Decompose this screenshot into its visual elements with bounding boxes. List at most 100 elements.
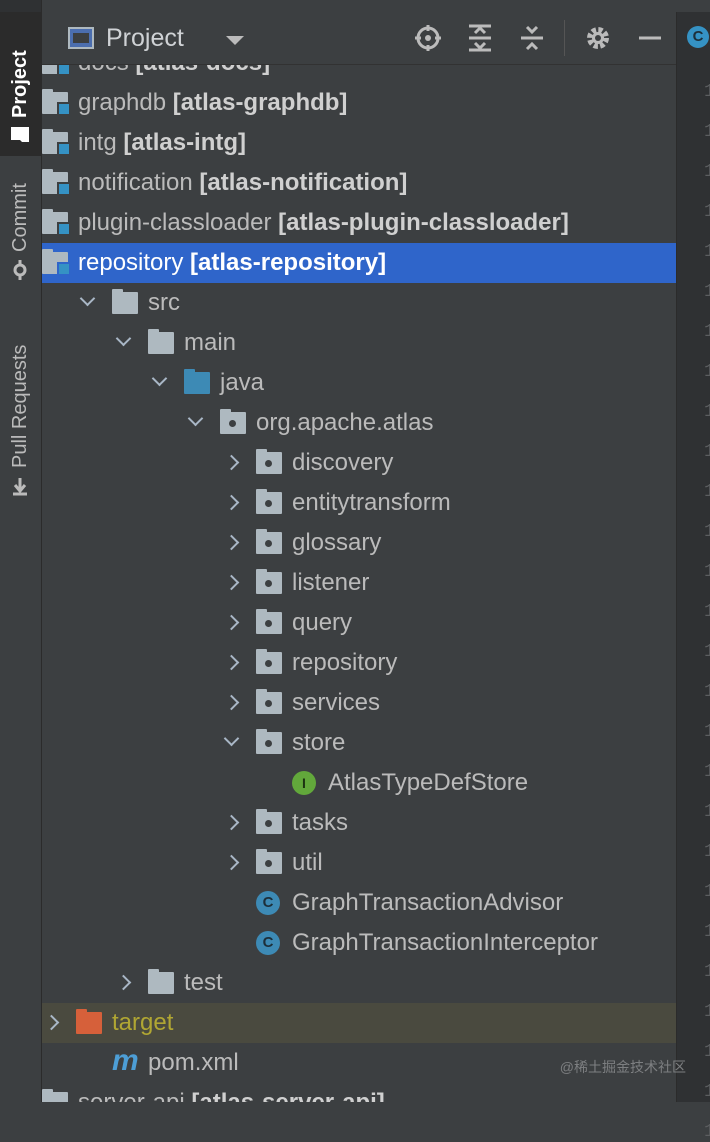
tab-project[interactable]: Project — [0, 12, 41, 156]
chevron-down-icon[interactable] — [114, 323, 134, 363]
tree-node-name: entitytransform — [292, 489, 451, 516]
package-icon — [256, 809, 282, 834]
module-folder-icon — [42, 1089, 68, 1102]
chevron-right-icon[interactable] — [222, 643, 242, 683]
chevron-down-icon[interactable] — [186, 403, 206, 443]
tree-row-label: graphdb [atlas-graphdb] — [78, 83, 347, 123]
watermark: @稀土掘金技术社区 — [559, 1059, 686, 1075]
chevron-right-icon[interactable] — [222, 683, 242, 723]
tree-row-label: GraphTransactionAdvisor — [292, 883, 563, 923]
tree-node-name: intg — [78, 129, 117, 156]
tree-row-org-apache-atlas[interactable]: org.apache.atlas — [42, 403, 676, 443]
chevron-right-icon[interactable] — [222, 523, 242, 563]
package-icon — [256, 529, 282, 554]
tree-row-main[interactable]: main — [42, 323, 676, 363]
gutter-line-number: 1 — [704, 282, 710, 302]
tree-row-store[interactable]: store — [42, 723, 676, 763]
project-tree[interactable]: docs [atlas-docs]graphdb [atlas-graphdb]… — [42, 65, 676, 1102]
tree-row-label: repository [atlas-repository] — [78, 243, 386, 283]
tree-row-label: main — [184, 323, 236, 363]
chevron-down-icon[interactable] — [226, 36, 244, 45]
tree-node-name: java — [220, 369, 265, 396]
chevron-right-icon[interactable] — [114, 963, 134, 1003]
tree-row-target[interactable]: target — [42, 1003, 676, 1043]
view-selector-label[interactable]: Project — [106, 24, 184, 53]
tab-commit[interactable]: Commit — [0, 160, 41, 292]
tree-row-util[interactable]: util — [42, 843, 676, 883]
module-folder-icon — [42, 89, 71, 116]
tree-row-label: glossary — [292, 523, 381, 563]
chevron-right-icon[interactable] — [222, 603, 242, 643]
package-icon — [256, 689, 282, 714]
tree-node-name: target — [112, 1009, 174, 1036]
chevron-down-icon[interactable] — [78, 283, 98, 323]
tree-row-label: GraphTransactionInterceptor — [292, 923, 598, 963]
tree-row-listener[interactable]: listener — [42, 563, 676, 603]
tree-row-repository[interactable]: repository — [42, 643, 676, 683]
chevron-right-icon[interactable] — [222, 803, 242, 843]
tree-node-name: listener — [292, 569, 370, 596]
chevron-right-icon[interactable] — [222, 843, 242, 883]
tree-row-label: repository — [292, 643, 397, 683]
tree-row-test[interactable]: test — [42, 963, 676, 1003]
chevron-down-icon[interactable] — [222, 723, 242, 763]
tree-row-graphdb[interactable]: graphdb [atlas-graphdb] — [42, 83, 676, 123]
tree-row-tasks[interactable]: tasks — [42, 803, 676, 843]
gutter-line-number: 1 — [704, 362, 710, 382]
tree-row-discovery[interactable]: discovery — [42, 443, 676, 483]
tree-row-glossary[interactable]: glossary — [42, 523, 676, 563]
collapse-all-icon[interactable] — [516, 22, 548, 54]
locate-icon[interactable] — [412, 22, 444, 54]
gutter-line-number: 1 — [704, 562, 710, 582]
tree-row-intg[interactable]: intg [atlas-intg] — [42, 123, 676, 163]
package-icon — [256, 649, 282, 674]
tree-row-plugin-classloader[interactable]: plugin-classloader [atlas-plugin-classlo… — [42, 203, 676, 243]
tree-row-java[interactable]: java — [42, 363, 676, 403]
tree-row-notification[interactable]: notification [atlas-notification] — [42, 163, 676, 203]
tree-row-entitytransform[interactable]: entitytransform — [42, 483, 676, 523]
chevron-right-icon[interactable] — [222, 483, 242, 523]
tree-row-label: src — [148, 283, 180, 323]
tree-row-src[interactable]: src — [42, 283, 676, 323]
gear-icon[interactable] — [582, 22, 614, 54]
gutter-line-number: 1 — [704, 1082, 710, 1102]
gutter-line-number: 1 — [704, 602, 710, 622]
tree-node-name: repository — [292, 649, 398, 676]
tree-row-query[interactable]: query — [42, 603, 676, 643]
tree-node-name: discovery — [292, 449, 394, 476]
chevron-right-icon[interactable] — [222, 563, 242, 603]
class-icon: C — [256, 931, 280, 955]
tree-row-label: services — [292, 683, 380, 723]
tree-node-name: util — [292, 849, 323, 876]
tree-node-name: test — [184, 969, 223, 996]
gutter-line-number: 1 — [704, 962, 710, 982]
tree-row-repository[interactable]: repository [atlas-repository] — [42, 243, 676, 283]
gutter-line-number: 1 — [704, 1002, 710, 1022]
tree-row-graphtransactionadvisor[interactable]: C GraphTransactionAdvisor — [42, 883, 676, 923]
class-icon: C — [256, 891, 280, 915]
gutter-line-number: 1 — [704, 762, 710, 782]
tree-row-server-api[interactable]: server-api [atlas-server-api] — [42, 1083, 676, 1102]
package-icon — [256, 609, 282, 634]
expand-all-icon[interactable] — [464, 22, 496, 54]
tab-pull-requests-label: Pull Requests — [9, 344, 31, 468]
module-name: [atlas-plugin-classloader] — [271, 209, 569, 236]
tree-row-services[interactable]: services — [42, 683, 676, 723]
package-icon — [256, 849, 282, 874]
tree-row-atlastypedefstore[interactable]: I AtlasTypeDefStore — [42, 763, 676, 803]
gutter-line-number: 1 — [704, 442, 710, 462]
gutter-line-number: 1 — [704, 402, 710, 422]
tree-row-graphtransactioninterceptor[interactable]: C GraphTransactionInterceptor — [42, 923, 676, 963]
class-icon[interactable]: C — [687, 26, 709, 48]
tree-node-name: notification — [78, 169, 193, 196]
tree-row-label: entitytransform — [292, 483, 451, 523]
gutter-line-number: 1 — [704, 682, 710, 702]
gutter-line-number: 1 — [704, 242, 710, 262]
chevron-right-icon[interactable] — [42, 1003, 62, 1043]
chevron-right-icon[interactable] — [222, 443, 242, 483]
minimize-icon[interactable] — [634, 22, 666, 54]
module-name: [atlas-notification] — [192, 169, 408, 196]
tab-pull-requests[interactable]: Pull Requests — [0, 318, 41, 508]
chevron-down-icon[interactable] — [150, 363, 170, 403]
tree-row-docs[interactable]: docs [atlas-docs] — [42, 65, 676, 83]
